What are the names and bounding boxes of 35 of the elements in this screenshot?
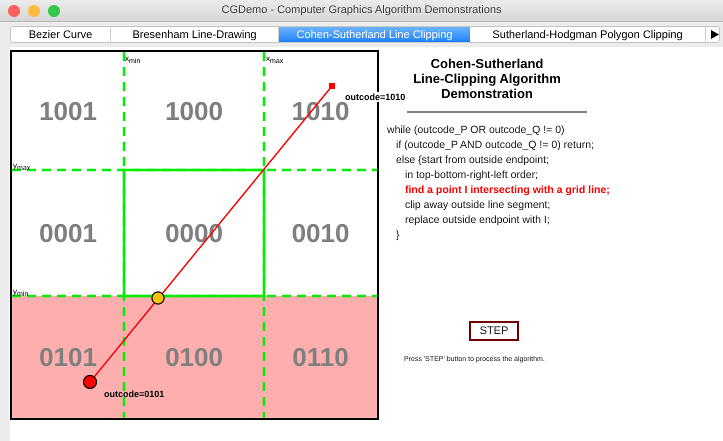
axis-label: y$_{max}$ [13,161,30,172]
region-outcode: 0100 [165,342,223,372]
window-title: CGDemo - Computer Graphics Algorithm Demonstrations [222,3,502,18]
minimize-button[interactable] [28,4,40,16]
region-outcode: 0001 [39,218,97,248]
intersection-point [151,291,165,305]
code-line: find a point I intersecting with a grid line; [405,183,610,198]
axis-label: x$_{min}$ [125,54,140,65]
region-outcode: 1000 [165,96,223,126]
code-line: else {start from outside endpoint; [396,153,549,168]
code-line: while (outcode_P OR outcode_Q != 0) [387,123,565,138]
code-line: clip away outside line segment; [405,198,550,213]
close-button[interactable] [8,4,20,16]
panel-title-line: Line-Clipping Algorithm [413,71,561,86]
tab[interactable]: Bezier Curve [11,27,111,42]
zoom-button[interactable] [48,4,60,16]
region-outcode: 0010 [292,218,350,248]
panel-title-line: Cohen-Sutherland [430,56,544,71]
step-button[interactable]: STEP [469,321,519,341]
region-outcode: 1001 [39,96,97,126]
scroll-right-arrow-icon[interactable] [711,30,719,39]
tab[interactable]: Sutherland-Hodgman Polygon Clipping [470,27,706,42]
code-line: in top-bottom-right-left order; [405,168,538,183]
code-line: replace outside endpoint with I; [405,213,550,228]
panel-title-line: Demonstration [441,86,533,101]
region-outcode: 0110 [292,342,349,372]
code-line: if (outcode_P AND outcode_Q != 0) return; [396,138,594,153]
endpoint-marker [329,83,335,89]
code-line: } [396,228,400,243]
axis-label: y$_{min}$ [13,287,28,298]
region-outcode: 0101 [39,342,97,372]
endpoint-marker [82,374,98,390]
outcode-label: outcode=0101 [104,389,164,399]
outcode-label: outcode=1010 [345,92,406,102]
axis-label: x$_{max}$ [266,54,284,65]
